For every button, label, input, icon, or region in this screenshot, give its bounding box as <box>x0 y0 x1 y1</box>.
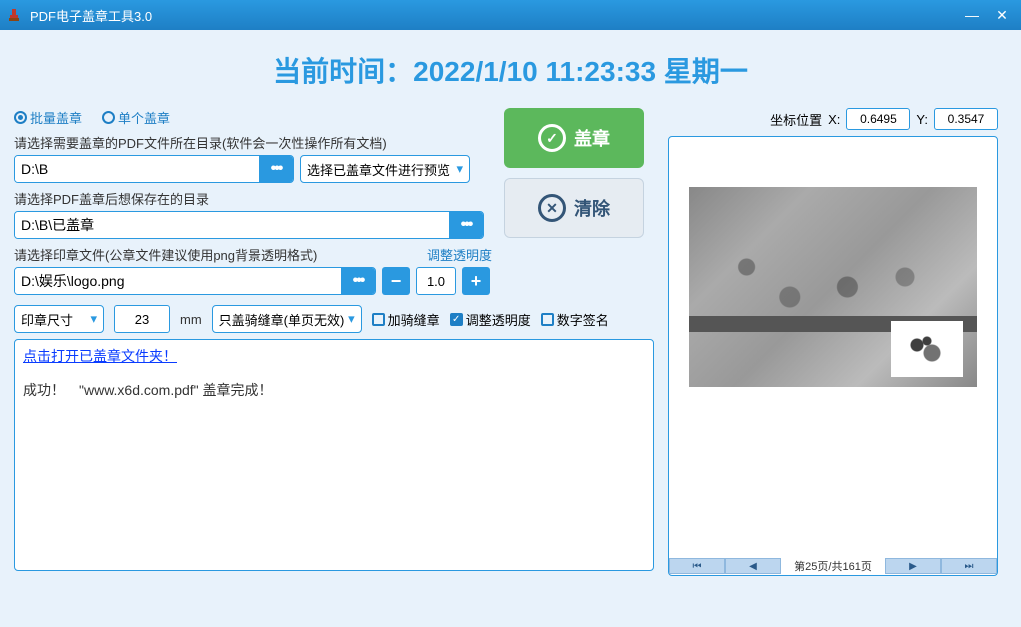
stamp-browse-button[interactable]: ••• <box>341 268 375 294</box>
checkbox-icon <box>450 313 463 326</box>
riding-dropdown[interactable]: 只盖骑缝章(单页无效) ▾ <box>212 305 362 333</box>
chevron-down-icon: ▾ <box>348 311 355 327</box>
preview-box[interactable]: ⏮ ◀ 第25页/共161页 ▶ ⏭ <box>668 136 998 576</box>
page-indicator: 第25页/共161页 <box>781 558 885 574</box>
adjust-opacity-link[interactable]: 调整透明度 <box>427 245 492 264</box>
nav-first-button[interactable]: ⏮ <box>669 558 725 574</box>
size-dropdown[interactable]: 印章尺寸 ▾ <box>14 305 104 333</box>
check-opacity-label: 调整透明度 <box>466 310 531 329</box>
nav-last-button[interactable]: ⏭ <box>941 558 997 574</box>
chevron-down-icon: ▾ <box>90 311 97 327</box>
check-riding[interactable]: 加骑缝章 <box>372 310 440 329</box>
titlebar: PDF电子盖章工具3.0 — ✕ <box>0 0 1021 30</box>
src-dir-label: 请选择需要盖章的PDF文件所在目录(软件会一次性操作所有文档) <box>14 133 492 152</box>
clear-button[interactable]: ✕ 清除 <box>504 178 644 238</box>
left-panel: 批量盖章 单个盖章 请选择需要盖章的PDF文件所在目录(软件会一次性操作所有文档… <box>14 108 654 576</box>
size-unit: mm <box>180 312 202 327</box>
coord-x-input[interactable] <box>846 108 910 130</box>
dst-browse-button[interactable]: ••• <box>449 212 483 238</box>
dst-dir-label: 请选择PDF盖章后想保存在的目录 <box>14 189 492 208</box>
checkbox-icon <box>541 313 554 326</box>
radio-batch[interactable]: 批量盖章 <box>14 108 82 127</box>
src-browse-button[interactable]: ••• <box>259 156 293 182</box>
action-buttons: ✓ 盖章 ✕ 清除 <box>504 108 654 295</box>
chevron-down-icon: ▾ <box>456 161 463 177</box>
src-dir-input-group: ••• <box>14 155 294 183</box>
preview-dropdown[interactable]: 选择已盖章文件进行预览 ▾ <box>300 155 470 183</box>
check-riding-label: 加骑缝章 <box>388 310 440 329</box>
opacity-plus-button[interactable]: + <box>462 267 490 295</box>
coord-y-input[interactable] <box>934 108 998 130</box>
preview-image <box>689 187 977 387</box>
checkbox-icon <box>372 313 385 326</box>
nav-prev-button[interactable]: ◀ <box>725 558 781 574</box>
page-nav: ⏮ ◀ 第25页/共161页 ▶ ⏭ <box>669 557 997 575</box>
stamp-overlay <box>891 321 963 377</box>
open-folder-link[interactable]: 点击打开已盖章文件夹！ <box>23 348 177 364</box>
check-circle-icon: ✓ <box>538 124 566 152</box>
log-line: 成功！ "www.x6d.com.pdf" 盖章完成！ <box>23 380 645 400</box>
mode-radio-group: 批量盖章 单个盖章 <box>14 108 492 127</box>
dst-dir-input[interactable] <box>15 212 449 238</box>
radio-icon <box>14 111 27 124</box>
opacity-value: 1.0 <box>416 267 456 295</box>
stamp-file-input[interactable] <box>15 268 341 294</box>
opacity-minus-button[interactable]: − <box>382 267 410 295</box>
right-panel: 坐标位置 X: Y: ⏮ ◀ 第25页/共161页 ▶ ⏭ <box>668 108 998 576</box>
close-button[interactable]: ✕ <box>987 5 1017 25</box>
stamp-file-input-group: ••• <box>14 267 376 295</box>
coord-row: 坐标位置 X: Y: <box>668 108 998 130</box>
radio-icon <box>102 111 115 124</box>
check-signature[interactable]: 数字签名 <box>541 310 609 329</box>
check-opacity[interactable]: 调整透明度 <box>450 310 531 329</box>
size-value-input[interactable] <box>114 305 170 333</box>
log-box: 点击打开已盖章文件夹！ 成功！ "www.x6d.com.pdf" 盖章完成！ <box>14 339 654 571</box>
src-dir-input[interactable] <box>15 156 259 182</box>
stamp-file-label: 请选择印章文件(公章文件建议使用png背景透明格式) 调整透明度 <box>14 245 492 264</box>
coord-x-label: X: <box>828 112 840 127</box>
radio-single[interactable]: 单个盖章 <box>102 108 170 127</box>
radio-single-label: 单个盖章 <box>118 108 170 127</box>
coord-label: 坐标位置 <box>770 110 822 129</box>
content-area: 当前时间：2022/1/10 11:23:33 星期一 批量盖章 单个盖章 <box>0 30 1021 627</box>
preview-dropdown-label: 选择已盖章文件进行预览 <box>307 160 450 179</box>
stamp-button[interactable]: ✓ 盖章 <box>504 108 644 168</box>
radio-batch-label: 批量盖章 <box>30 108 82 127</box>
minimize-button[interactable]: — <box>957 5 987 25</box>
check-signature-label: 数字签名 <box>557 310 609 329</box>
dst-dir-input-group: ••• <box>14 211 484 239</box>
riding-dropdown-label: 只盖骑缝章(单页无效) <box>219 310 345 329</box>
stamp-button-label: 盖章 <box>574 125 610 151</box>
window-title: PDF电子盖章工具3.0 <box>30 6 957 25</box>
x-circle-icon: ✕ <box>538 194 566 222</box>
stamp-file-label-text: 请选择印章文件(公章文件建议使用png背景透明格式) <box>14 245 317 264</box>
coord-y-label: Y: <box>916 112 928 127</box>
options-row: 印章尺寸 ▾ mm 只盖骑缝章(单页无效) ▾ 加骑缝章 调整透明度 <box>14 305 654 333</box>
app-icon <box>4 5 24 25</box>
time-header: 当前时间：2022/1/10 11:23:33 星期一 <box>14 40 1007 108</box>
nav-next-button[interactable]: ▶ <box>885 558 941 574</box>
clear-button-label: 清除 <box>574 195 610 221</box>
size-dropdown-label: 印章尺寸 <box>21 310 73 329</box>
